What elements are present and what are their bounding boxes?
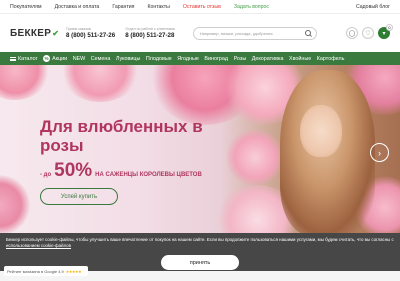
hero-title: Для влюбленных в розы	[40, 117, 203, 155]
user-icon[interactable]: ◯	[346, 27, 358, 39]
phone-support: Отдел по работе с клиентами 8 (800) 511-…	[125, 27, 175, 39]
rose-decoration	[0, 65, 50, 100]
google-rating-badge[interactable]: Рейтинг магазина в Google 4,9 ★★★★★	[4, 266, 88, 276]
top-bar: Покупателям Доставка и оплата Гарантия К…	[0, 0, 400, 14]
leave-review-link[interactable]: Оставить отзыв	[183, 4, 221, 10]
sprout-icon: ✔	[52, 28, 60, 38]
nav-conifers[interactable]: Хвойные	[289, 56, 311, 62]
nav-sales[interactable]: % Акции	[43, 55, 67, 62]
topbar-link-customers[interactable]: Покупателям	[10, 4, 42, 10]
ask-question-link[interactable]: Задать вопрос	[234, 4, 269, 10]
phone-orders-caption: Прием заказов	[66, 27, 91, 31]
hero-subtitle: - до 50% НА САЖЕНЦЫ КОРОЛЕВЫ ЦВЕТОВ	[40, 160, 202, 182]
cart-count-badge: 0	[386, 24, 393, 31]
phone-support-caption: Отдел по работе с клиентами	[125, 27, 175, 31]
cart-icon[interactable]: ▾ 0	[378, 24, 393, 39]
heart-icon[interactable]: ♡	[362, 27, 374, 39]
nav-seeds[interactable]: Семена	[91, 56, 111, 62]
logo[interactable]: БЕККЕР ✔	[10, 28, 66, 39]
percent-icon: %	[43, 55, 51, 62]
search-input[interactable]: Например, мешки, рассада, удобрения	[192, 26, 317, 40]
hero-banner[interactable]: Для влюбленных в розы - до 50% НА САЖЕНЦ…	[0, 65, 400, 233]
hero-sub-prefix: - до	[40, 172, 52, 178]
woman-face	[300, 105, 342, 157]
nav-sales-label: Акции	[52, 55, 68, 62]
accept-cookies-button[interactable]: принять	[161, 255, 239, 270]
nav-decorative[interactable]: Декоративка	[252, 56, 284, 62]
rose-decoration	[0, 175, 30, 233]
garden-blog-link[interactable]: Садовый блог	[356, 4, 390, 10]
menu-icon	[10, 56, 16, 61]
cookie-message: Беккер использует cookie-файлы, чтобы ул…	[6, 237, 394, 242]
header-icons: ◯ ♡ ▾ 0	[346, 24, 393, 39]
logo-text: БЕККЕР	[10, 27, 52, 39]
search-placeholder: Например, мешки, рассада, удобрения	[199, 30, 273, 36]
phone-orders: Прием заказов 8 (800) 511-27-26	[66, 27, 115, 39]
nav-new[interactable]: NEW	[73, 56, 86, 62]
next-slide-arrow-icon[interactable]: ›	[370, 143, 389, 162]
hero-sub-suffix: НА САЖЕНЦЫ КОРОЛЕВЫ ЦВЕТОВ	[95, 172, 202, 178]
cookie-policy-link[interactable]: использованием cookie-файлов	[6, 243, 71, 248]
topbar-link-warranty[interactable]: Гарантия	[112, 4, 134, 10]
phone-orders-number[interactable]: 8 (800) 511-27-26	[66, 32, 115, 39]
rose-decoration	[60, 65, 140, 102]
nav-potatoes[interactable]: Картофель	[317, 56, 345, 62]
nav-grapes[interactable]: Виноград	[204, 56, 228, 62]
rating-source: в Google	[40, 268, 58, 274]
star-icon: ★★★★★	[65, 268, 82, 274]
nav-bulbs[interactable]: Луковицы	[116, 56, 141, 62]
phone-support-number[interactable]: 8 (800) 511-27-28	[125, 32, 175, 39]
main-nav: Каталог % Акции NEW Семена Луковицы Плодо…	[0, 52, 400, 65]
topbar-link-delivery[interactable]: Доставка и оплата	[55, 4, 100, 10]
hero-cta-button[interactable]: Успей купить	[40, 188, 118, 205]
nav-catalog-label: Каталог	[18, 55, 38, 62]
hero-discount: 50%	[54, 160, 93, 181]
nav-fruit[interactable]: Плодовые	[146, 56, 172, 62]
rating-value: 4,9	[58, 268, 64, 274]
nav-berries[interactable]: Ягодные	[177, 56, 199, 62]
nav-catalog[interactable]: Каталог	[10, 56, 38, 62]
topbar-link-contacts[interactable]: Контакты	[147, 4, 169, 10]
nav-roses[interactable]: Розы	[234, 56, 247, 62]
header: БЕККЕР ✔ Прием заказов 8 (800) 511-27-26 …	[0, 14, 400, 52]
rating-label: Рейтинг магазина	[7, 268, 40, 274]
search-icon[interactable]	[304, 29, 311, 36]
cookie-text: Беккер использует cookie-файлы, чтобы ул…	[6, 237, 396, 249]
